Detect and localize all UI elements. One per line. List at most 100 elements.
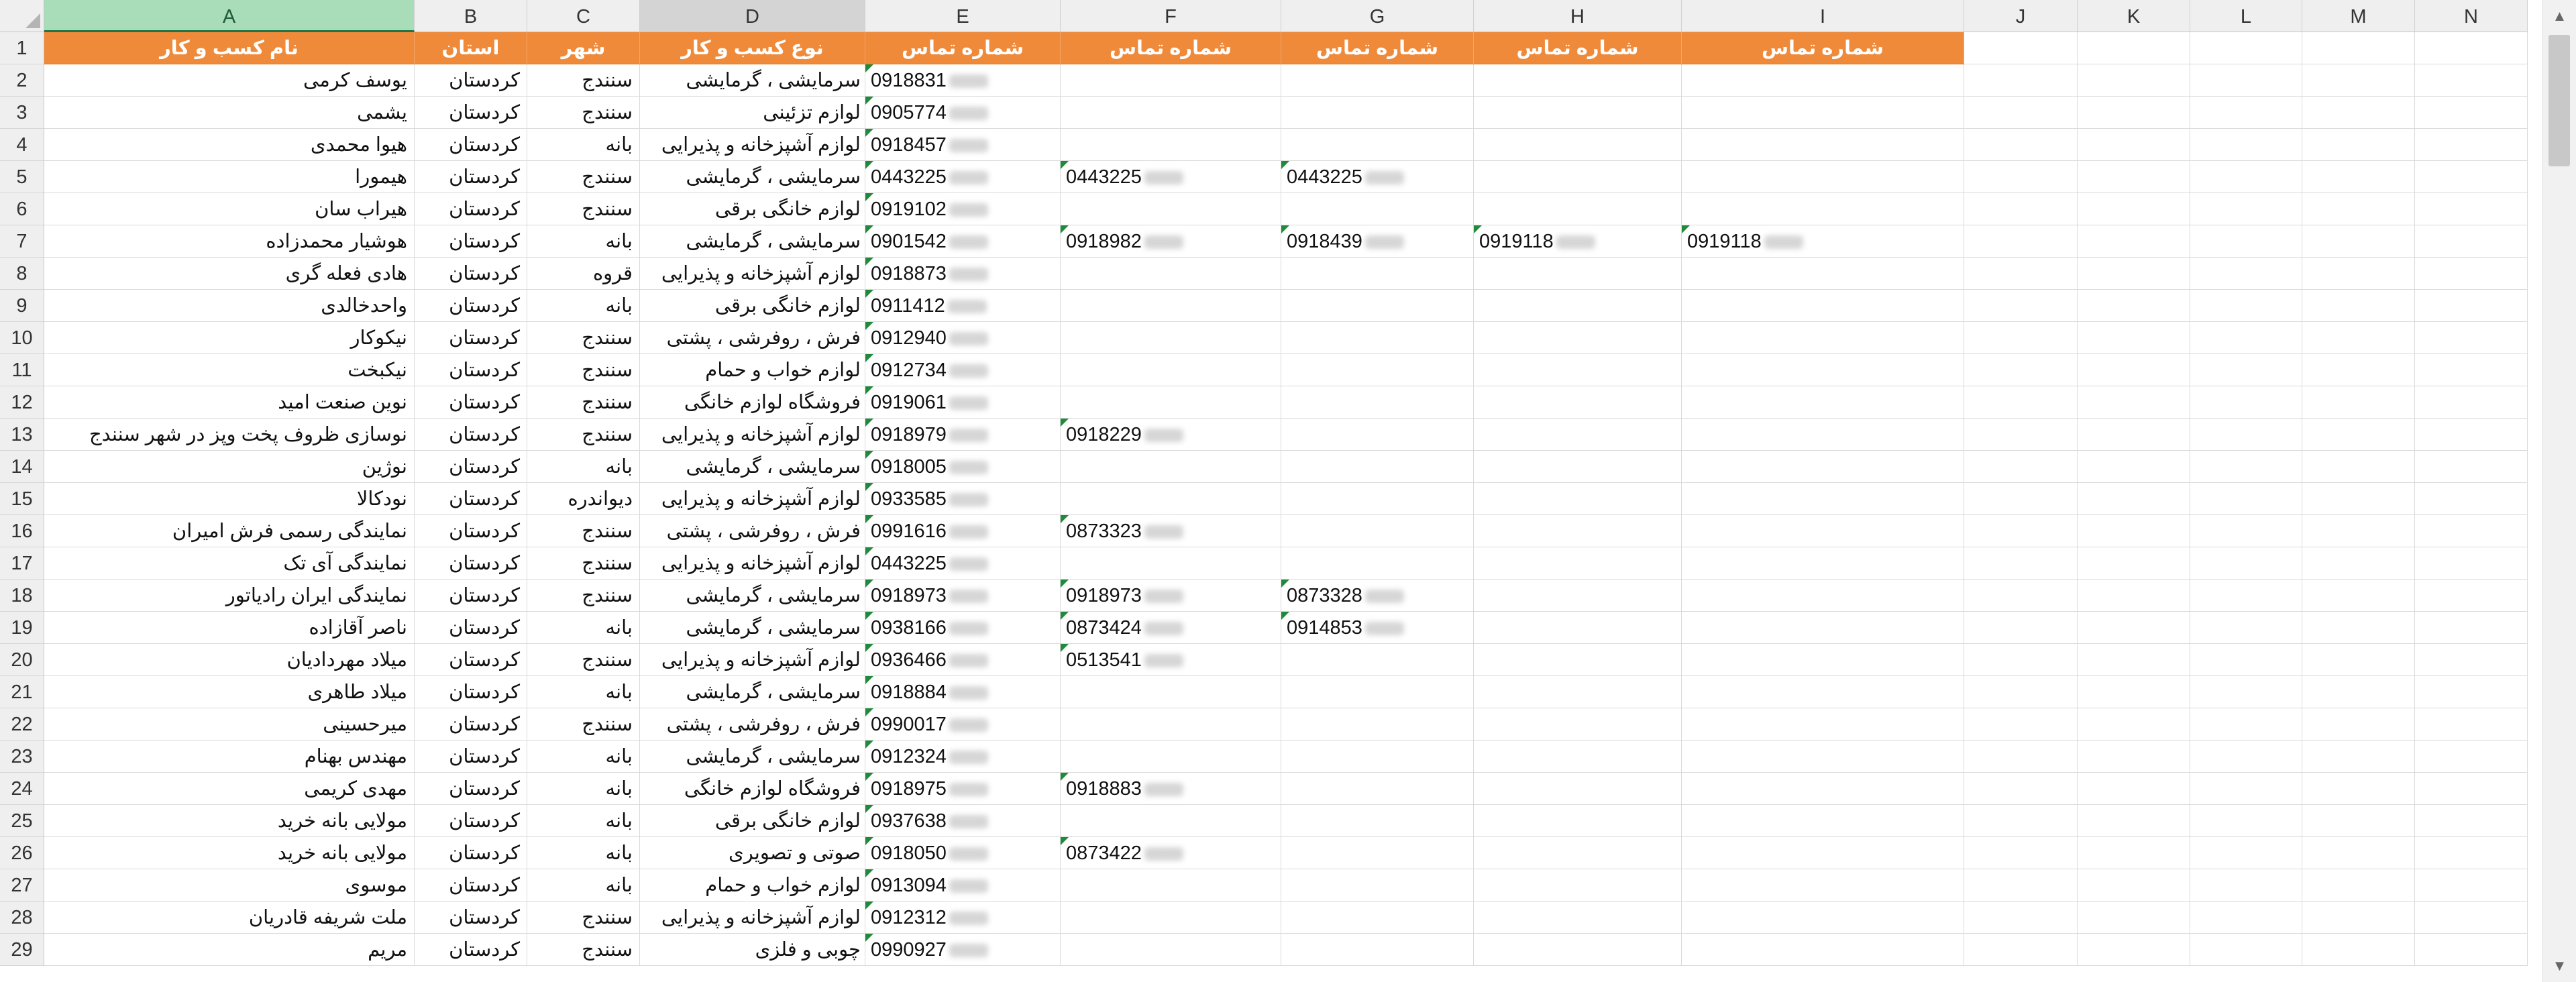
province-cell[interactable]: کردستان bbox=[415, 193, 527, 225]
empty-cell[interactable] bbox=[2078, 129, 2190, 161]
empty-cell[interactable] bbox=[2190, 97, 2302, 129]
city-cell[interactable]: سنندج bbox=[527, 97, 640, 129]
row-header[interactable]: 24 bbox=[0, 773, 44, 805]
phone-cell[interactable]: 0873422 bbox=[1061, 837, 1281, 869]
phone-cell[interactable] bbox=[1061, 322, 1281, 354]
empty-cell[interactable] bbox=[1964, 225, 2078, 258]
business-name-cell[interactable]: مولایی بانه خرید bbox=[44, 837, 415, 869]
province-cell[interactable]: کردستان bbox=[415, 258, 527, 290]
empty-cell[interactable] bbox=[2302, 773, 2415, 805]
empty-cell[interactable] bbox=[2302, 547, 2415, 580]
row-header[interactable]: 5 bbox=[0, 161, 44, 193]
phone-cell[interactable]: 0919118 bbox=[1474, 225, 1682, 258]
business-name-cell[interactable]: یشمی bbox=[44, 97, 415, 129]
empty-cell[interactable] bbox=[2302, 129, 2415, 161]
phone-cell[interactable] bbox=[1474, 322, 1682, 354]
empty-cell[interactable] bbox=[2302, 869, 2415, 902]
empty-cell[interactable] bbox=[2415, 322, 2528, 354]
phone-cell[interactable] bbox=[1281, 515, 1474, 547]
province-cell[interactable]: کردستان bbox=[415, 741, 527, 773]
business-type-cell[interactable]: لوازم آشپزخانه و پذیرایی bbox=[640, 258, 865, 290]
phone-cell[interactable]: 0443225 bbox=[1061, 161, 1281, 193]
city-cell[interactable]: سنندج bbox=[527, 386, 640, 419]
empty-cell[interactable] bbox=[2078, 354, 2190, 386]
phone-cell[interactable] bbox=[1682, 483, 1964, 515]
header-cell-e[interactable]: شماره تماس bbox=[865, 32, 1061, 64]
empty-cell[interactable] bbox=[2190, 547, 2302, 580]
row-header[interactable]: 16 bbox=[0, 515, 44, 547]
city-cell[interactable]: سنندج bbox=[527, 902, 640, 934]
phone-cell[interactable] bbox=[1474, 902, 1682, 934]
header-cell-i[interactable]: شماره تماس bbox=[1682, 32, 1964, 64]
phone-cell[interactable] bbox=[1281, 934, 1474, 966]
city-cell[interactable]: سنندج bbox=[527, 354, 640, 386]
empty-cell[interactable] bbox=[2415, 515, 2528, 547]
empty-cell[interactable] bbox=[2302, 644, 2415, 676]
province-cell[interactable]: کردستان bbox=[415, 934, 527, 966]
empty-cell[interactable] bbox=[2415, 258, 2528, 290]
business-type-cell[interactable]: لوازم آشپزخانه و پذیرایی bbox=[640, 483, 865, 515]
province-cell[interactable]: کردستان bbox=[415, 64, 527, 97]
business-type-cell[interactable]: صوتی و تصویری bbox=[640, 837, 865, 869]
business-name-cell[interactable]: نودکالا bbox=[44, 483, 415, 515]
phone-cell[interactable] bbox=[1682, 129, 1964, 161]
empty-cell[interactable] bbox=[2302, 708, 2415, 741]
empty-cell[interactable] bbox=[1964, 64, 2078, 97]
empty-cell[interactable] bbox=[2415, 386, 2528, 419]
empty-cell[interactable] bbox=[2190, 483, 2302, 515]
phone-cell[interactable]: 0918873 bbox=[865, 258, 1061, 290]
row-header[interactable]: 25 bbox=[0, 805, 44, 837]
empty-cell[interactable] bbox=[2415, 483, 2528, 515]
business-name-cell[interactable]: میلاد مهردادیان bbox=[44, 644, 415, 676]
phone-cell[interactable] bbox=[1682, 934, 1964, 966]
empty-cell[interactable] bbox=[2415, 32, 2528, 64]
empty-cell[interactable] bbox=[1964, 547, 2078, 580]
phone-cell[interactable]: 0912312 bbox=[865, 902, 1061, 934]
phone-cell[interactable] bbox=[1061, 386, 1281, 419]
empty-cell[interactable] bbox=[2415, 161, 2528, 193]
phone-cell[interactable] bbox=[1281, 708, 1474, 741]
row-header[interactable]: 7 bbox=[0, 225, 44, 258]
phone-cell[interactable] bbox=[1281, 258, 1474, 290]
row-header[interactable]: 23 bbox=[0, 741, 44, 773]
empty-cell[interactable] bbox=[2302, 64, 2415, 97]
phone-cell[interactable] bbox=[1061, 741, 1281, 773]
phone-cell[interactable]: 0918973 bbox=[1061, 580, 1281, 612]
province-cell[interactable]: کردستان bbox=[415, 290, 527, 322]
empty-cell[interactable] bbox=[2415, 419, 2528, 451]
empty-cell[interactable] bbox=[2190, 676, 2302, 708]
province-cell[interactable]: کردستان bbox=[415, 419, 527, 451]
phone-cell[interactable] bbox=[1682, 322, 1964, 354]
empty-cell[interactable] bbox=[2415, 741, 2528, 773]
business-type-cell[interactable]: سرمایشی ، گرمایشی bbox=[640, 676, 865, 708]
phone-cell[interactable] bbox=[1682, 547, 1964, 580]
phone-cell[interactable]: 0912324 bbox=[865, 741, 1061, 773]
province-cell[interactable]: کردستان bbox=[415, 805, 527, 837]
empty-cell[interactable] bbox=[1964, 290, 2078, 322]
phone-cell[interactable] bbox=[1474, 644, 1682, 676]
phone-cell[interactable] bbox=[1474, 129, 1682, 161]
phone-cell[interactable] bbox=[1281, 837, 1474, 869]
business-type-cell[interactable]: لوازم آشپزخانه و پذیرایی bbox=[640, 644, 865, 676]
phone-cell[interactable] bbox=[1281, 354, 1474, 386]
empty-cell[interactable] bbox=[1964, 902, 2078, 934]
business-type-cell[interactable]: لوازم خواب و حمام bbox=[640, 869, 865, 902]
empty-cell[interactable] bbox=[2078, 258, 2190, 290]
city-cell[interactable]: سنندج bbox=[527, 161, 640, 193]
empty-cell[interactable] bbox=[2415, 902, 2528, 934]
column-header-i[interactable]: I bbox=[1682, 0, 1964, 32]
phone-cell[interactable] bbox=[1281, 805, 1474, 837]
phone-cell[interactable] bbox=[1061, 290, 1281, 322]
empty-cell[interactable] bbox=[1964, 676, 2078, 708]
column-header-c[interactable]: C bbox=[527, 0, 640, 32]
row-header[interactable]: 15 bbox=[0, 483, 44, 515]
phone-cell[interactable]: 0918229 bbox=[1061, 419, 1281, 451]
empty-cell[interactable] bbox=[1964, 322, 2078, 354]
row-header[interactable]: 22 bbox=[0, 708, 44, 741]
phone-cell[interactable]: 0990927 bbox=[865, 934, 1061, 966]
phone-cell[interactable] bbox=[1682, 354, 1964, 386]
empty-cell[interactable] bbox=[2415, 451, 2528, 483]
empty-cell[interactable] bbox=[1964, 32, 2078, 64]
empty-cell[interactable] bbox=[2415, 129, 2528, 161]
phone-cell[interactable] bbox=[1474, 547, 1682, 580]
